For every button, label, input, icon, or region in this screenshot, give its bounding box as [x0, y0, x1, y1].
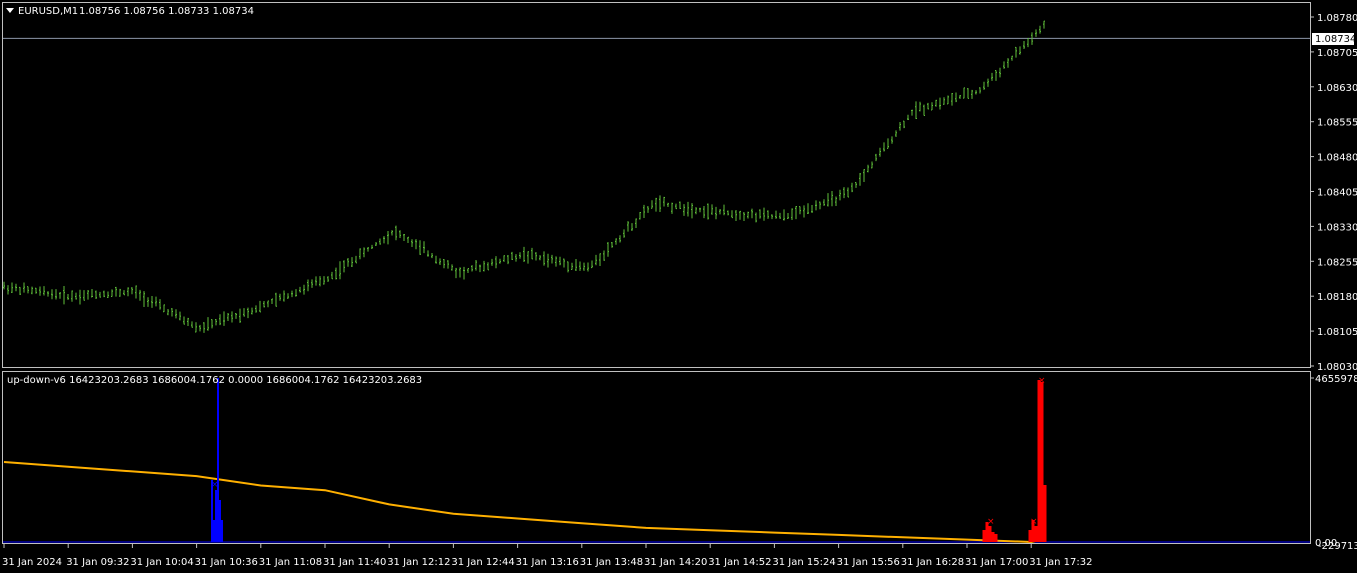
indicator-header: up-down-v6 16423203.2683 1686004.1762 0.… [7, 375, 422, 386]
price-axis-label: 1.08630 [1317, 83, 1357, 94]
price-axis[interactable]: 1.08780 1.08705 1.08630 1.08555 1.08480 1.084… [1310, 13, 1357, 373]
indicator-panel-frame [2, 371, 1311, 544]
time-axis-label: 31 Jan 12:44 [451, 557, 514, 568]
time-axis-label: 31 Jan 09:32 [66, 557, 129, 568]
time-axis-label: 31 Jan 14:20 [644, 557, 707, 568]
time-axis-label: 31 Jan 17:32 [1029, 557, 1092, 568]
indicator-marker: × [1030, 517, 1038, 527]
time-axis-label: 31 Jan 10:04 [130, 557, 193, 568]
price-axis-label: 1.08030 [1317, 362, 1357, 373]
time-axis-label: 31 Jan 12:12 [387, 557, 450, 568]
price-axis-label: 1.08330 [1317, 222, 1357, 233]
main-header-symbol: EURUSD,M1 [18, 6, 78, 17]
price-bars [3, 20, 1045, 333]
indicator-marker: × [987, 517, 995, 527]
time-axis-label: 31 Jan 17:00 [965, 557, 1028, 568]
price-axis-label: 1.08255 [1317, 257, 1357, 268]
price-axis-label: 1.08480 [1317, 153, 1357, 164]
time-axis-label: 31 Jan 13:16 [516, 557, 579, 568]
current-price-label: 1.08734 [1315, 34, 1356, 45]
main-panel-frame [2, 2, 1311, 368]
price-axis-label: 1.08105 [1317, 327, 1357, 338]
time-axis-label: 31 Jan 13:48 [580, 557, 643, 568]
indicator-line [3, 461, 1045, 544]
time-axis-label: 31 Jan 2024 [2, 557, 62, 568]
time-axis-label: 31 Jan 11:08 [259, 557, 322, 568]
indicator-plot: × × × × [3, 376, 1310, 544]
price-axis-label: 1.08405 [1317, 188, 1357, 199]
indicator-marker: × [211, 480, 219, 490]
main-header-ohlc: 1.08756 1.08756 1.08733 1.08734 [79, 6, 254, 17]
price-axis-label: 1.08180 [1317, 292, 1357, 303]
time-axis-label: 31 Jan 15:56 [837, 557, 900, 568]
price-axis-label: 1.08555 [1317, 118, 1357, 129]
time-axis-label: 31 Jan 16:28 [901, 557, 964, 568]
indicator-marker: × [1038, 376, 1046, 386]
chart-canvas[interactable]: × × × × EURUSD,M1 1.08756 1.08756 1.08733 1… [0, 0, 1357, 573]
time-axis[interactable]: 31 Jan 2024 31 Jan 09:32 31 Jan 10:04 31 Ja… [2, 544, 1093, 568]
indicator-axis-top-label: 46559781 [1315, 374, 1357, 385]
price-axis-label: 1.08705 [1317, 48, 1357, 59]
time-axis-label: 31 Jan 11:40 [323, 557, 386, 568]
dropdown-triangle-icon[interactable] [6, 8, 14, 13]
price-axis-label: 1.08780 [1317, 13, 1357, 24]
time-axis-label: 31 Jan 15:24 [772, 557, 835, 568]
time-axis-label: 31 Jan 10:36 [195, 557, 258, 568]
indicator-axis-overlap-label: -2297132. [1318, 541, 1357, 552]
time-axis-label: 31 Jan 14:52 [708, 557, 771, 568]
